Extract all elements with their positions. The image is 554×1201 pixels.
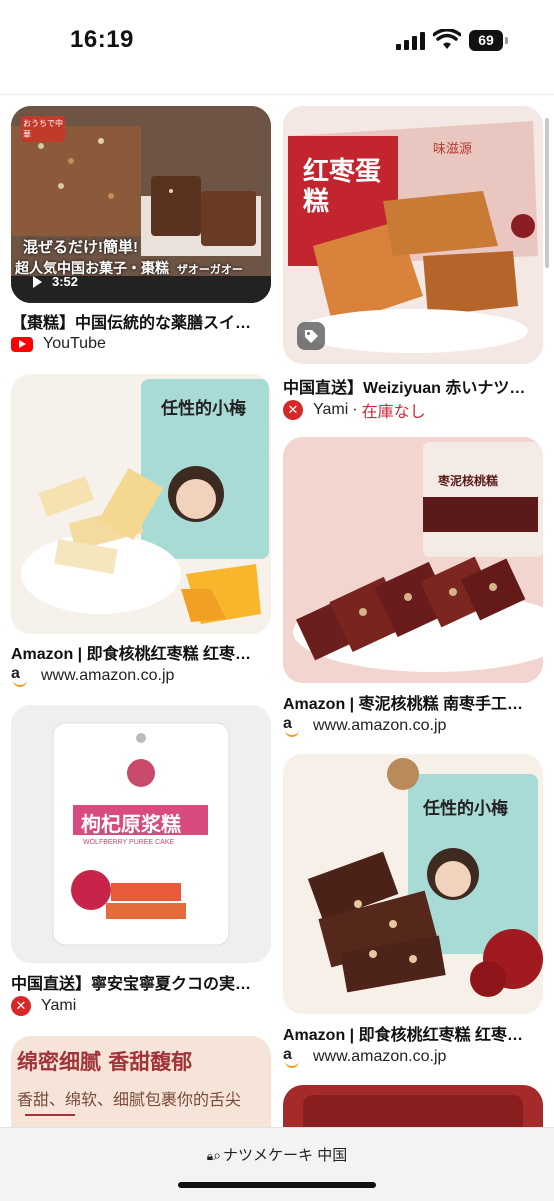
play-icon bbox=[33, 275, 42, 288]
search-icon: ⌕ bbox=[213, 1147, 222, 1163]
result-source: a www.amazon.co.jp bbox=[283, 1047, 446, 1068]
battery-level: 69 bbox=[469, 30, 503, 51]
amazon-icon: a bbox=[11, 666, 31, 687]
amazon-icon: a bbox=[283, 1047, 303, 1068]
battery-icon: 69 bbox=[469, 30, 509, 51]
promo-headline: 绵密细腻 香甜馥郁 bbox=[17, 1049, 193, 1074]
result-source: YouTube bbox=[11, 335, 106, 353]
status-bar: 16:19 69 bbox=[0, 0, 554, 80]
address-bar[interactable]: 🔒︎⌕ ナツメケーキ 中国 bbox=[0, 1127, 554, 1201]
brand-label: 味滋源 bbox=[433, 141, 473, 156]
promo-subline: 香甜、绵软、细腻包裹你的舌尖 bbox=[17, 1090, 242, 1109]
tag-icon bbox=[297, 322, 325, 350]
cellular-signal-icon bbox=[396, 32, 425, 50]
youtube-icon bbox=[11, 336, 33, 352]
status-time: 16:19 bbox=[70, 26, 134, 53]
package-label: 枸杞原浆糕 bbox=[81, 814, 181, 836]
result-title[interactable]: Amazon | 即食核桃红枣糕 红枣… bbox=[283, 1021, 545, 1045]
stock-status: 在庫なし bbox=[361, 404, 426, 421]
scrollbar[interactable] bbox=[545, 118, 549, 268]
package-label: 任性的小梅 bbox=[423, 799, 508, 818]
result-source: ✕ Yami · 在庫なし bbox=[283, 398, 426, 422]
yami-icon: ✕ bbox=[11, 996, 31, 1016]
product-image bbox=[283, 754, 543, 1014]
result-title[interactable]: Amazon | 枣泥核桃糕 南枣手工… bbox=[283, 690, 545, 714]
result-title[interactable]: 中国直送】Weiziyuan 赤いナツ… bbox=[283, 374, 545, 398]
package-sublabel: WOLFBERRY PUREE CAKE bbox=[83, 839, 175, 846]
overlay-caption-1: 混ぜるだけ!簡単! bbox=[23, 239, 138, 256]
result-thumbnail[interactable]: 任性的小梅 bbox=[283, 754, 543, 1014]
amazon-icon: a bbox=[283, 716, 303, 737]
result-thumbnail[interactable]: 绵密细腻 香甜馥郁 香甜、绵软、细腻包裹你的舌尖 bbox=[11, 1036, 271, 1136]
result-source: a www.amazon.co.jp bbox=[11, 666, 174, 687]
result-thumbnail[interactable]: 任性的小梅 bbox=[11, 374, 271, 634]
result-thumbnail[interactable]: 枣泥核桃糕 bbox=[283, 437, 543, 683]
package-label: 枣泥核桃糕 bbox=[438, 474, 499, 488]
wifi-icon bbox=[433, 29, 461, 49]
home-indicator[interactable] bbox=[178, 1182, 376, 1188]
search-query[interactable]: ナツメケーキ 中国 bbox=[223, 1147, 347, 1164]
result-thumbnail[interactable]: 红枣蛋糕 味滋源 bbox=[283, 106, 543, 364]
yami-icon: ✕ bbox=[283, 400, 303, 420]
result-title[interactable]: Amazon | 即食核桃红枣糕 红枣… bbox=[11, 640, 273, 664]
result-source: ✕ Yami bbox=[11, 996, 76, 1016]
product-image bbox=[283, 437, 543, 683]
package-label: 任性的小梅 bbox=[161, 399, 246, 418]
result-title[interactable]: 【棗糕】中国伝統的な薬膳スイ… bbox=[11, 309, 273, 333]
overlay-caption-3: ザオーガオー bbox=[176, 264, 243, 276]
corner-label: おうちで中華 bbox=[21, 116, 65, 142]
result-title[interactable]: 中国直送】寧安宝寧夏クコの実… bbox=[11, 970, 273, 994]
result-thumbnail[interactable]: おうちで中華 混ぜるだけ!簡単! 超人気中国お菓子・棗糕 ザオーガオー 3:52 bbox=[11, 106, 271, 303]
result-source: a www.amazon.co.jp bbox=[283, 716, 446, 737]
video-duration: 3:52 bbox=[33, 274, 78, 289]
box-label: 红枣蛋糕 bbox=[303, 156, 382, 216]
result-thumbnail[interactable]: 枸杞原浆糕 WOLFBERRY PUREE CAKE bbox=[11, 705, 271, 963]
